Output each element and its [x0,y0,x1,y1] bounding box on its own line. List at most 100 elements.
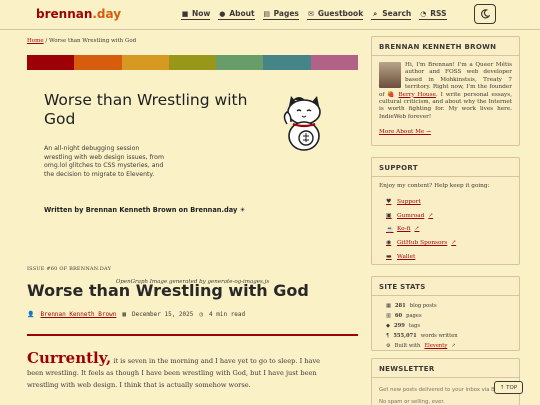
back-to-top-button[interactable]: ↑ TOP [494,381,523,394]
stripe-segment [27,55,75,70]
lead-paragraph: Currently, it is seven in the morning an… [27,349,327,391]
words-icon: ¶ [386,333,390,339]
brand-part-1: brennan [36,7,93,21]
stat-row: ▥ 60 pages [386,311,505,321]
more-about-me-link[interactable]: More About Me → [379,129,512,136]
newsletter-line-2: No spam or selling, ever. [379,399,445,405]
newsletter-line-1: Get new posts delivered to your inbox vi… [379,387,512,393]
rainbow-stripe [27,55,358,70]
nav-label: About [229,9,255,18]
nav-label: Search [382,9,412,18]
eleventy-link[interactable]: Eleventy [424,343,447,349]
stripe-segment [74,55,122,70]
github-icon: ◉ [386,239,392,247]
stats-box: SITE STATS ▦ 281 blog posts ▥ 60 pages ◆ 299 t… [371,276,520,351]
cart-icon: ▣ [386,212,392,220]
issue-label: ISSUE #60 OF BRENNAN.DAY [27,266,112,272]
nav-search[interactable]: ⌕ Search [371,9,412,20]
og-author-line: Written by Brennan Kenneth Brown on Bren… [44,206,245,214]
kofi-link[interactable]: ☕ Ko-fi ↗ [386,222,505,236]
stripe-segment [216,55,264,70]
nav-guestbook[interactable]: ✉ Guestbook [306,9,364,20]
gumroad-link-label: Gumroad [397,212,425,219]
nav-label: RSS [430,9,447,18]
stat-value: 299 [394,323,405,329]
site-brand-link[interactable]: brennan.day [36,7,121,21]
rss-icon: ◔ [420,9,427,18]
stat-label: pages [406,313,422,319]
bookmark-icon: ■ [181,9,189,18]
breadcrumb: Home / Worse than Wrestling with God [27,38,136,44]
stats-heading: SITE STATS [372,277,519,296]
sun-icon: ☀ [239,206,246,214]
external-link-icon: ↗ [451,239,457,246]
maneki-neko-icon [283,96,321,151]
stat-label: tags [408,323,421,329]
clock-icon: ◷ [199,311,204,318]
about-heading: BRENNAN KENNETH BROWN [372,37,519,56]
post-icon: ▦ [386,303,391,309]
breadcrumb-separator: / [45,38,48,44]
stat-value: 60 [394,313,403,319]
nav-about[interactable]: ● About [218,9,255,20]
built-with-row: ⚙ Built with Eleventy ↗ [386,341,505,351]
support-heading: SUPPORT [372,158,519,177]
strawberry-icon: 🍓 [387,91,396,98]
nav-pages[interactable]: ▤ Pages [262,9,299,20]
stat-value: 555,071 [393,333,417,339]
guestbook-icon: ✉ [307,9,314,18]
search-icon: ⌕ [373,9,378,18]
support-link-label: Support [397,198,421,205]
stat-label: words written [420,333,458,339]
calendar-icon: ▦ [122,311,126,318]
gumroad-link[interactable]: ▣ Gumroad ↗ [386,209,505,223]
support-intro: Enjoy my content? Help keep it going: [379,183,490,189]
wallet-link[interactable]: ▬ Wallet [386,250,505,264]
kofi-link-label: Ko-fi [397,226,411,233]
og-title: Worse than Wrestling with God [44,91,248,128]
info-icon: ● [219,9,226,18]
divider [27,334,358,336]
berry-house-link[interactable]: Berry House [398,92,435,98]
nav-rss[interactable]: ◔ RSS [419,9,447,20]
github-sponsors-link[interactable]: ◉ GitHub Sponsors ↗ [386,236,505,250]
bio: Hi, I'm Brennan! I'm a Queer Métis autho… [372,56,519,143]
external-link-icon: ↗ [414,226,420,233]
post-author-link[interactable]: Brennan Kenneth Brown [40,311,116,318]
avatar [379,62,401,88]
moon-icon [481,9,490,19]
user-icon: 👤 [27,311,35,318]
nav-label: Now [192,9,211,18]
support-box: SUPPORT Enjoy my content? Help keep it g… [371,157,520,265]
breadcrumb-current: Worse than Wrestling with God [48,38,137,44]
stripe-segment [121,55,169,70]
post-title: Worse than Wrestling with God [27,281,309,300]
brand-part-2: .day [92,7,122,21]
lead-word: Currently, [27,349,112,367]
about-box: BRENNAN KENNETH BROWN Hi, I'm Brennan! I… [371,36,520,146]
stat-row: ▦ 281 blog posts [386,301,505,311]
read-time: 4 min read [209,311,246,318]
code-icon: ⚙ [386,343,391,349]
pages-icon: ▤ [263,9,270,18]
wallet-icon: ▬ [386,253,392,261]
main-nav: ■ Now ● About ▤ Pages ✉ Guestbook ⌕ Search ◔ R… [181,9,447,20]
support-links: ♥ Support ▣ Gumroad ↗ ☕ Ko-fi ↗ ◉ GitHub Spons… [372,191,519,267]
theme-toggle-button[interactable] [474,4,496,24]
nav-now[interactable]: ■ Now [181,9,211,20]
gift-icon: ♥ [386,198,392,206]
stripe-segment [310,55,358,70]
support-link[interactable]: ♥ Support [386,195,505,209]
stripe-segment [168,55,217,70]
breadcrumb-home-link[interactable]: Home [27,38,44,44]
github-sponsors-label: GitHub Sponsors [397,239,448,246]
stat-label: blog posts [409,303,437,309]
stat-row: ¶ 555,071 words written [386,331,505,341]
newsletter-heading: NEWSLETTER [372,359,519,378]
built-label: Built with [394,343,421,349]
post-date: December 15, 2025 [131,311,194,318]
external-link-icon: ↗ [451,343,456,349]
post-meta: 👤 Brennan Kenneth Brown ▦ December 15, 2… [27,311,245,318]
stats-list: ▦ 281 blog posts ▥ 60 pages ◆ 299 tags ¶ 555,07… [372,296,519,356]
top-navigation-bar: brennan.day ■ Now ● About ▤ Pages ✉ Guestboo… [0,0,540,30]
